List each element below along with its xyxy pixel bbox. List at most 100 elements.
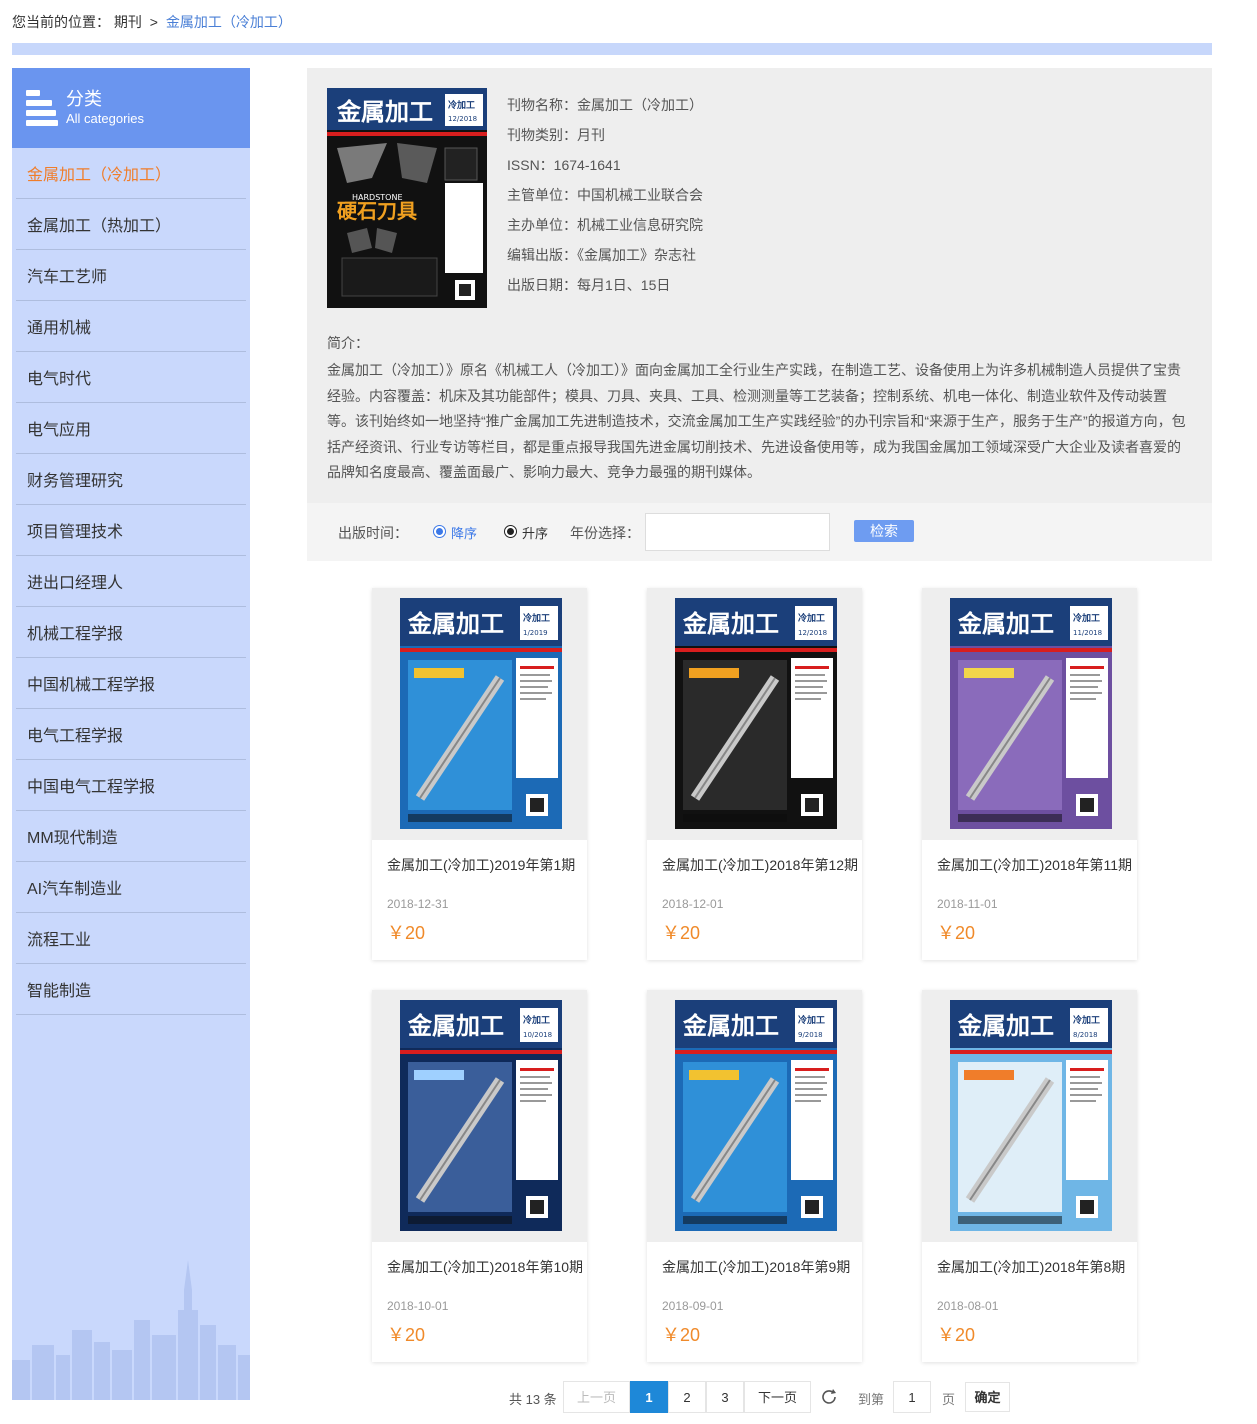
- issue-title[interactable]: 金属加工(冷加工)2018年第8期: [937, 1257, 1125, 1277]
- cover-tag-text: 冷加工: [798, 612, 825, 624]
- issue-card[interactable]: 金属加工 冷加工 10/2018 金属加工(冷加工)2018年第10期 2018-10-…: [372, 990, 587, 1362]
- cover-tag-text: 冷加工: [1073, 612, 1100, 624]
- issue-title[interactable]: 金属加工(冷加工)2018年第9期: [662, 1257, 850, 1277]
- cover-issue-text: 10/2018: [523, 1031, 552, 1039]
- breadcrumb: 您当前的位置： 期刊 > 金属加工（冷加工）: [12, 12, 292, 32]
- issue-cover-area: 金属加工 冷加工 9/2018: [647, 990, 862, 1242]
- cover-issue-text: 1/2019: [523, 629, 548, 637]
- issue-title[interactable]: 金属加工(冷加工)2018年第11期: [937, 855, 1132, 875]
- journal-intro: 金属加工（冷加工）》原名《机械工人（冷加工）》面向金属加工全行业生产实践，在制造…: [327, 362, 1186, 480]
- issue-cover-image[interactable]: 金属加工 冷加工 12/2018: [675, 598, 837, 829]
- sidebar-subtitle: All categories: [66, 111, 145, 126]
- prev-page-button[interactable]: 上一页: [563, 1381, 630, 1413]
- issue-cover-image[interactable]: 金属加工 冷加工 11/2018: [950, 598, 1112, 829]
- breadcrumb-root-link[interactable]: 期刊: [114, 14, 142, 30]
- issue-cover-image[interactable]: 金属加工 冷加工 10/2018: [400, 1000, 562, 1231]
- sidebar-item-2[interactable]: 汽车工艺师: [16, 250, 246, 301]
- sort-desc-label[interactable]: 降序: [451, 523, 477, 542]
- issue-cover-area: 金属加工 冷加工 10/2018: [372, 990, 587, 1242]
- sort-asc-radio[interactable]: [504, 525, 517, 538]
- issue-date: 2018-11-01: [937, 897, 998, 911]
- page-3-button[interactable]: 3: [706, 1381, 744, 1413]
- sidebar-item-0[interactable]: 金属加工（冷加工）: [16, 148, 246, 199]
- issue-title[interactable]: 金属加工(冷加工)2018年第12期: [662, 855, 858, 875]
- sidebar-item-7[interactable]: 项目管理技术: [16, 505, 246, 556]
- refresh-icon[interactable]: [820, 1388, 838, 1406]
- sort-desc-radio[interactable]: [433, 525, 446, 538]
- sidebar-item-11[interactable]: 电气工程学报: [16, 709, 246, 760]
- page-1-button[interactable]: 1: [630, 1381, 668, 1413]
- cover-brand-text: 金属加工: [336, 97, 433, 126]
- issue-date: 2018-12-31: [387, 897, 449, 911]
- issue-card[interactable]: 金属加工 冷加工 1/2019 金属加工(冷加工)2019年第1期 2018-12-31…: [372, 588, 587, 960]
- issue-cover-image[interactable]: 金属加工 冷加工 1/2019: [400, 598, 562, 829]
- issue-cover-area: 金属加工 冷加工 12/2018: [647, 588, 862, 840]
- cover-brand-text: 金属加工: [407, 609, 504, 638]
- sidebar-item-10[interactable]: 中国机械工程学报: [16, 658, 246, 709]
- cover-brand-text: 金属加工: [407, 1011, 504, 1040]
- sort-asc-label[interactable]: 升序: [522, 523, 548, 542]
- journal-name: 刊物名称：金属加工（冷加工）: [507, 97, 703, 113]
- issue-date: 2018-10-01: [387, 1299, 449, 1313]
- sidebar-item-6[interactable]: 财务管理研究: [16, 454, 246, 505]
- page-2-button[interactable]: 2: [668, 1381, 706, 1413]
- year-select-label: 年份选择：: [570, 525, 640, 541]
- journal-info-panel: 金属加工 冷加工 12/2018 HARDSTONE 硬石刀具 刊物名称：金属加…: [307, 68, 1212, 503]
- cover-issue-text: 12/2018: [798, 629, 827, 637]
- issue-price: ￥20: [937, 923, 976, 943]
- journal-type: 刊物类别：月刊: [507, 127, 605, 143]
- issue-card[interactable]: 金属加工 冷加工 12/2018 金属加工(冷加工)2018年第12期 2018-12-…: [647, 588, 862, 960]
- sidebar-title: 分类: [66, 89, 102, 109]
- issue-date: 2018-09-01: [662, 1299, 724, 1313]
- journal-pubdate: 出版日期：每月1日、15日: [507, 277, 671, 293]
- cover-tag-text: 冷加工: [523, 1014, 550, 1026]
- sidebar-item-9[interactable]: 机械工程学报: [16, 607, 246, 658]
- year-input[interactable]: [645, 513, 830, 551]
- issue-card[interactable]: 金属加工 冷加工 11/2018 金属加工(冷加工)2018年第11期 2018-11-…: [922, 588, 1137, 960]
- breadcrumb-prefix: 您当前的位置：: [12, 14, 110, 30]
- goto-page-input[interactable]: 1: [893, 1381, 931, 1413]
- sidebar-item-14[interactable]: AI汽车制造业: [16, 862, 246, 913]
- sidebar-item-5[interactable]: 电气应用: [16, 403, 246, 454]
- issue-cover-image[interactable]: 金属加工 冷加工 9/2018: [675, 1000, 837, 1231]
- issue-card[interactable]: 金属加工 冷加工 9/2018 金属加工(冷加工)2018年第9期 2018-09-01…: [647, 990, 862, 1362]
- filter-bar: 出版时间： 降序 升序 年份选择： 检索: [307, 503, 1212, 561]
- sidebar-item-12[interactable]: 中国电气工程学报: [16, 760, 246, 811]
- search-button[interactable]: 检索: [854, 520, 914, 542]
- cover-tag-text: 冷加工: [1073, 1014, 1100, 1026]
- sidebar-header: 分类 All categories: [12, 68, 250, 148]
- issue-price: ￥20: [937, 1325, 976, 1345]
- next-page-button[interactable]: 下一页: [744, 1381, 811, 1413]
- total-count: 共 13 条: [509, 1392, 557, 1407]
- issue-price: ￥20: [387, 923, 426, 943]
- intro-label: 简介：: [327, 335, 369, 351]
- issue-cover-image[interactable]: 金属加工 冷加工 8/2018: [950, 1000, 1112, 1231]
- issue-cover-area: 金属加工 冷加工 8/2018: [922, 990, 1137, 1242]
- category-stack-icon: [26, 90, 58, 126]
- journal-cover-image[interactable]: 金属加工 冷加工 12/2018 HARDSTONE 硬石刀具: [327, 88, 487, 308]
- cover-issue-text: 11/2018: [1073, 629, 1102, 637]
- issue-title[interactable]: 金属加工(冷加工)2018年第10期: [387, 1257, 583, 1277]
- sidebar-item-1[interactable]: 金属加工（热加工）: [16, 199, 246, 250]
- sidebar-item-8[interactable]: 进出口经理人: [16, 556, 246, 607]
- cover-tag-text: 冷加工: [798, 1014, 825, 1026]
- issue-card[interactable]: 金属加工 冷加工 8/2018 金属加工(冷加工)2018年第8期 2018-08-01…: [922, 990, 1137, 1362]
- journal-supervisor: 主管单位：中国机械工业联合会: [507, 187, 703, 203]
- sidebar-item-3[interactable]: 通用机械: [16, 301, 246, 352]
- sidebar-item-13[interactable]: MM现代制造: [16, 811, 246, 862]
- goto-confirm-button[interactable]: 确定: [965, 1382, 1010, 1412]
- pubtime-label: 出版时间：: [338, 525, 408, 541]
- cover-brand-text: 金属加工: [957, 609, 1054, 638]
- top-divider-bar: [12, 43, 1212, 55]
- issue-title[interactable]: 金属加工(冷加工)2019年第1期: [387, 855, 575, 875]
- cover-brand-text: 金属加工: [957, 1011, 1054, 1040]
- cover-issue-text: 8/2018: [1073, 1031, 1098, 1039]
- cover-tag-text: 冷加工: [448, 99, 475, 111]
- sidebar-item-15[interactable]: 流程工业: [16, 913, 246, 964]
- sidebar-item-4[interactable]: 电气时代: [16, 352, 246, 403]
- journal-sponsor: 主办单位：机械工业信息研究院: [507, 217, 703, 233]
- sidebar-item-16[interactable]: 智能制造: [16, 964, 246, 1015]
- breadcrumb-separator: >: [149, 14, 158, 30]
- breadcrumb-current[interactable]: 金属加工（冷加工）: [166, 14, 292, 30]
- journal-issn: ISSN：1674-1641: [507, 157, 621, 173]
